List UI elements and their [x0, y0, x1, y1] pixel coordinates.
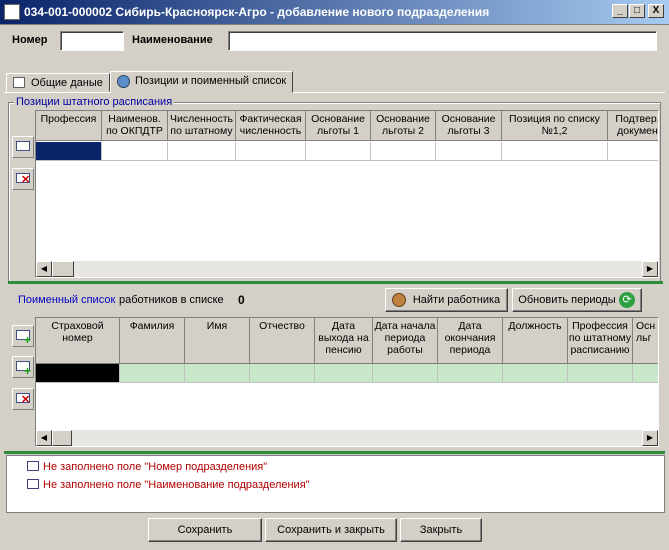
refresh-periods-button[interactable]: Обновить периоды ⟳	[512, 288, 642, 312]
person-search-icon	[392, 293, 406, 307]
col-header[interactable]: Основание льготы 3	[436, 111, 502, 141]
add-employee-button[interactable]: +	[12, 325, 34, 347]
delete-position-button[interactable]: ✕	[12, 168, 34, 190]
tab-general[interactable]: Общие даные	[6, 73, 110, 92]
scroll-right-arrow[interactable]: ▶	[642, 430, 658, 446]
col-header[interactable]: Дата выхода на пенсию	[315, 318, 373, 364]
add-row-icon	[16, 141, 30, 151]
scroll-left-arrow[interactable]: ◀	[36, 430, 52, 446]
people-icon	[117, 75, 130, 88]
col-header[interactable]: Фамилия	[120, 318, 185, 364]
title-bar: 034-001-000002 Сибирь-Красноярск-Агро - …	[0, 0, 669, 25]
col-header[interactable]: Отчество	[250, 318, 315, 364]
scroll-thumb[interactable]	[52, 430, 72, 446]
name-label: Наименование	[132, 34, 213, 46]
close-button[interactable]: Закрыть	[400, 518, 482, 542]
refresh-icon: ⟳	[619, 292, 635, 308]
number-input[interactable]	[60, 31, 124, 51]
col-header[interactable]: Дата начала периода работы	[373, 318, 438, 364]
add-position-button[interactable]	[12, 136, 34, 158]
tab-positions[interactable]: Позиции и поименный список	[110, 71, 294, 93]
name-input[interactable]	[228, 31, 657, 51]
employee-list-link[interactable]: Поименный список	[18, 294, 115, 306]
col-header[interactable]: Фактическая численность	[236, 111, 306, 141]
col-header[interactable]: Профессия по штатному расписанию	[568, 318, 633, 364]
find-employee-button[interactable]: Найти работника	[385, 288, 508, 312]
tab-positions-label: Позиции и поименный список	[135, 75, 287, 87]
col-header[interactable]: Имя	[185, 318, 250, 364]
table-row[interactable]	[36, 142, 658, 161]
save-close-button[interactable]: Сохранить и закрыть	[265, 518, 397, 542]
positions-group-title: Позиции штатного расписания	[14, 96, 175, 108]
employees-hscrollbar[interactable]: ◀ ▶	[36, 430, 658, 446]
minimize-button[interactable]: _	[612, 4, 628, 18]
col-header[interactable]: Дата окончания периода	[438, 318, 503, 364]
scroll-thumb[interactable]	[52, 261, 74, 277]
employees-grid[interactable]: Страховой номер Фамилия Имя Отчество Дат…	[35, 317, 659, 447]
col-header[interactable]: Профессия	[36, 111, 102, 141]
table-row[interactable]	[36, 364, 658, 383]
positions-grid[interactable]: Профессия Наименов. по ОКПДТР Численност…	[35, 110, 659, 278]
positions-hscrollbar[interactable]: ◀ ▶	[36, 261, 658, 277]
save-button[interactable]: Сохранить	[148, 518, 262, 542]
delete-employee-button[interactable]: ✕	[12, 388, 34, 410]
col-header[interactable]: Осн льг	[633, 318, 658, 364]
scroll-left-arrow[interactable]: ◀	[36, 261, 52, 277]
scroll-right-arrow[interactable]: ▶	[642, 261, 658, 277]
col-header[interactable]: Основание льготы 2	[371, 111, 436, 141]
document-icon	[13, 77, 25, 88]
col-header[interactable]: Позиция по списку №1,2	[502, 111, 608, 141]
col-header[interactable]: Наименов. по ОКПДТР	[102, 111, 168, 141]
col-header[interactable]: Подтвер. докумен	[608, 111, 658, 141]
window-title: 034-001-000002 Сибирь-Красноярск-Агро - …	[24, 5, 490, 19]
warning-icon	[27, 461, 39, 471]
splitter[interactable]	[8, 281, 663, 284]
employee-count: 0	[238, 293, 245, 307]
col-header[interactable]: Основание льготы 1	[306, 111, 371, 141]
col-header[interactable]: Должность	[503, 318, 568, 364]
warning-icon	[27, 479, 39, 489]
insert-employee-button[interactable]: +	[12, 356, 34, 378]
message-item: Не заполнено поле "Номер подразделения"	[43, 461, 268, 473]
close-window-button[interactable]: X	[648, 4, 664, 18]
employee-count-label: работников в списке	[119, 294, 224, 306]
splitter[interactable]	[4, 451, 665, 454]
messages-panel: Не заполнено поле "Номер подразделения" …	[6, 455, 665, 513]
col-header[interactable]: Страховой номер	[36, 318, 120, 364]
maximize-button[interactable]: □	[629, 4, 645, 18]
col-header[interactable]: Численность по штатному	[168, 111, 236, 141]
number-label: Номер	[12, 34, 48, 46]
tab-general-label: Общие даные	[31, 77, 103, 89]
message-item: Не заполнено поле "Наименование подразде…	[43, 479, 310, 491]
app-icon	[4, 4, 20, 20]
